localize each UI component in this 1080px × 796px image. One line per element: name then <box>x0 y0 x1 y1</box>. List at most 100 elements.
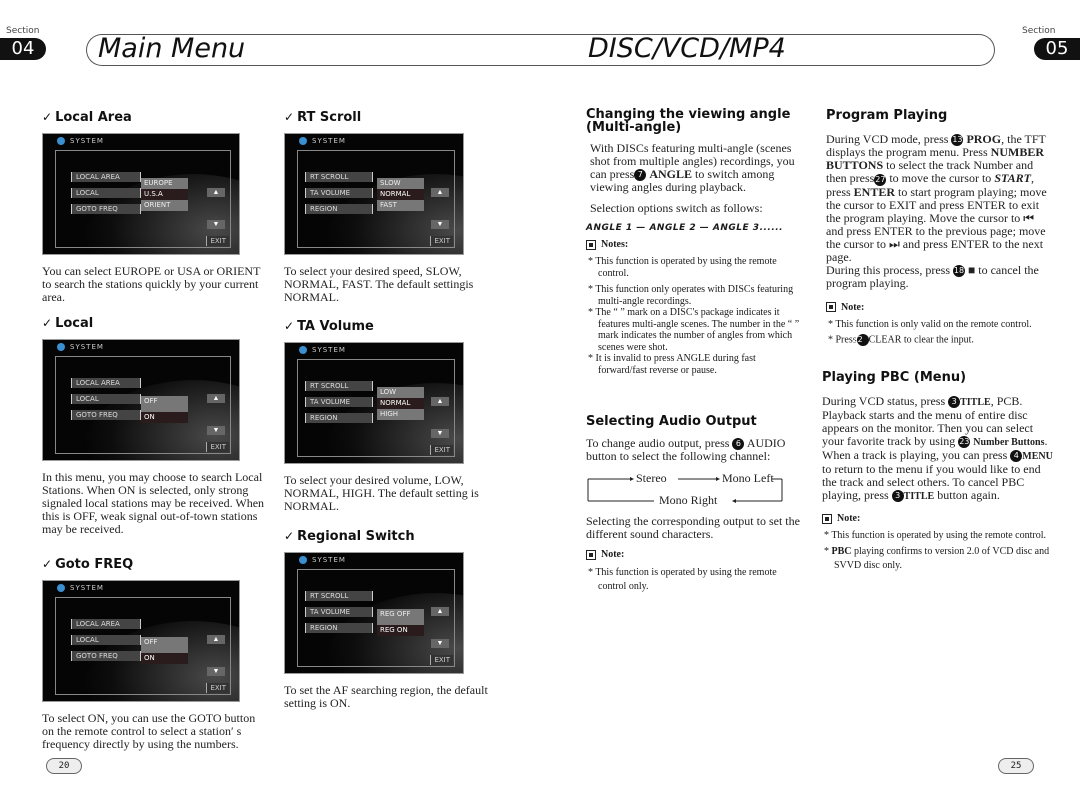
scroll-down-arrow-icon[interactable]: ▼ <box>207 667 225 676</box>
scroll-up-arrow-icon[interactable]: ▲ <box>207 188 225 197</box>
scroll-up-arrow-icon[interactable]: ▲ <box>431 397 449 406</box>
page-number-left: 20 <box>46 758 82 774</box>
exit-button[interactable]: EXIT <box>430 655 453 665</box>
option[interactable]: FAST <box>377 200 424 211</box>
section-description: To select your desired volume, LOW, NORM… <box>284 473 479 513</box>
system-header: SYSTEM <box>299 556 346 564</box>
menu-item[interactable]: LOCAL <box>71 635 141 645</box>
text: button again. <box>937 488 1000 502</box>
program-paragraph: During VCD mode, press 13 PROG, the TFT … <box>826 132 1054 264</box>
system-menu-screenshot: SYSTEM RT SCROLL TA VOLUME REGION SLOW NORMAL… <box>284 133 464 255</box>
system-menu-screenshot: SYSTEM LOCAL AREA LOCAL GOTO FREQ OFF ON ▲ ▼ EXI… <box>42 339 240 461</box>
menu-item[interactable]: REGION <box>305 413 373 423</box>
cycle-mono-right: Mono Right <box>659 493 718 508</box>
menu-item[interactable]: LOCAL AREA <box>71 378 141 388</box>
bullet-mark-icon: ✓ <box>284 319 295 333</box>
selected-option[interactable]: U.S.A <box>141 189 188 200</box>
scroll-down-arrow-icon[interactable]: ▼ <box>207 220 225 229</box>
scroll-down-arrow-icon[interactable]: ▼ <box>207 426 225 435</box>
system-menu-screenshot: SYSTEM RT SCROLL TA VOLUME REGION LOW NORMAL H… <box>284 342 464 464</box>
menu-item[interactable]: RT SCROLL <box>305 381 373 391</box>
button-number-icon: 4 <box>1010 450 1023 463</box>
note-icon <box>826 302 836 313</box>
cycle-stereo: Stereo <box>636 471 667 486</box>
selected-option[interactable]: NORMAL <box>377 189 424 200</box>
selected-option[interactable]: REG ON <box>377 625 424 636</box>
menu-section: ✓ RT Scroll SYSTEM RT SCROLL TA VOLUME REGION… <box>284 110 494 304</box>
menu-section: ✓ TA Volume SYSTEM RT SCROLL TA VOLUME REGION… <box>284 319 494 513</box>
multi-angle-section: Changing the viewing angle (Multi-angle)… <box>586 108 806 376</box>
heading-text: Goto FREQ <box>55 557 134 572</box>
menu-item[interactable]: REGION <box>305 623 373 633</box>
selected-option[interactable]: NORMAL <box>377 398 424 409</box>
note-header: Note: <box>826 302 1054 313</box>
enter-keyword: ENTER <box>853 184 896 199</box>
scroll-down-arrow-icon[interactable]: ▼ <box>431 429 449 438</box>
title-keyword: TITLE <box>960 397 991 408</box>
option[interactable]: OFF <box>141 396 188 412</box>
menu-item[interactable]: LOCAL <box>71 394 141 404</box>
note-icon <box>586 549 596 560</box>
multi-angle-heading: Changing the viewing angle (Multi-angle) <box>586 107 791 135</box>
exit-button[interactable]: EXIT <box>206 236 229 246</box>
scroll-down-arrow-icon[interactable]: ▼ <box>431 639 449 648</box>
menu-section: ✓ Regional Switch SYSTEM RT SCROLL TA VOLUME… <box>284 529 494 710</box>
audio-output-heading: Selecting Audio Output <box>586 414 757 429</box>
heading-text: Regional Switch <box>297 529 415 544</box>
menu-item[interactable]: RT SCROLL <box>305 591 373 601</box>
option[interactable]: HIGH <box>377 409 424 420</box>
menu-item[interactable]: GOTO FREQ <box>71 410 141 420</box>
option[interactable]: LOW <box>377 387 424 398</box>
menu-item[interactable]: LOCAL AREA <box>71 619 141 629</box>
note-header: Note: <box>822 513 1054 524</box>
audio-cycle-diagram: Stereo Mono Left Mono Right <box>586 471 806 507</box>
system-title: SYSTEM <box>312 346 346 354</box>
note-item: * PBC playing confirms to version 2.0 of… <box>824 546 1050 571</box>
exit-button[interactable]: EXIT <box>206 442 229 452</box>
menu-item[interactable]: REGION <box>305 204 373 214</box>
menu-item[interactable]: TA VOLUME <box>305 188 373 198</box>
section-description: You can select EUROPE or USA or ORIENT t… <box>42 264 261 304</box>
section-heading: ✓ TA Volume <box>284 319 494 334</box>
note-text: This function is only valid on the remot… <box>835 318 1032 330</box>
option[interactable]: ORIENT <box>141 200 188 211</box>
option[interactable]: EUROPE <box>141 178 188 189</box>
system-header: SYSTEM <box>57 137 104 145</box>
title-keyword: TITLE <box>903 491 935 502</box>
scroll-up-arrow-icon[interactable]: ▲ <box>207 394 225 403</box>
selected-option[interactable]: ON <box>141 653 188 664</box>
system-logo-icon <box>299 556 307 564</box>
menu-item[interactable]: LOCAL AREA <box>71 172 141 182</box>
menu-item[interactable]: TA VOLUME <box>305 397 373 407</box>
section-label-right: Section <box>1022 26 1056 36</box>
system-title: SYSTEM <box>70 343 104 351</box>
audio-output-section: Selecting Audio Output To change audio o… <box>586 414 806 594</box>
note-label: Note: <box>837 513 861 524</box>
section-description: In this menu, you may choose to search L… <box>42 470 265 536</box>
menu-item[interactable]: GOTO FREQ <box>71 204 141 214</box>
system-header: SYSTEM <box>299 346 346 354</box>
option[interactable]: OFF <box>141 637 188 653</box>
menu-item[interactable]: RT SCROLL <box>305 172 373 182</box>
system-logo-icon <box>299 346 307 354</box>
section-heading: ✓ Local <box>42 316 266 331</box>
selected-option[interactable]: ON <box>141 412 188 423</box>
exit-button[interactable]: EXIT <box>430 236 453 246</box>
scroll-up-arrow-icon[interactable]: ▲ <box>431 607 449 616</box>
menu-item[interactable]: TA VOLUME <box>305 607 373 617</box>
menu-item[interactable]: GOTO FREQ <box>71 651 141 661</box>
scroll-up-arrow-icon[interactable]: ▲ <box>431 188 449 197</box>
option[interactable]: SLOW <box>377 178 424 189</box>
note-item: * This function is operated by using the… <box>824 530 1047 541</box>
program-cancel-paragraph: During this process, press 18 ■ to cance… <box>826 263 1054 290</box>
scroll-down-arrow-icon[interactable]: ▼ <box>431 220 449 229</box>
note-item: * It is invalid to press ANGLE during fa… <box>588 353 756 376</box>
menu-item[interactable]: LOCAL <box>71 188 141 198</box>
notes-header: Notes: <box>586 239 806 250</box>
exit-button[interactable]: EXIT <box>430 445 453 455</box>
cycle-mono-left: Mono Left <box>722 471 774 486</box>
exit-button[interactable]: EXIT <box>206 683 229 693</box>
option[interactable]: REG OFF <box>377 609 424 625</box>
scroll-up-arrow-icon[interactable]: ▲ <box>207 635 225 644</box>
note-text: This function only operates with DISCs f… <box>595 284 794 307</box>
